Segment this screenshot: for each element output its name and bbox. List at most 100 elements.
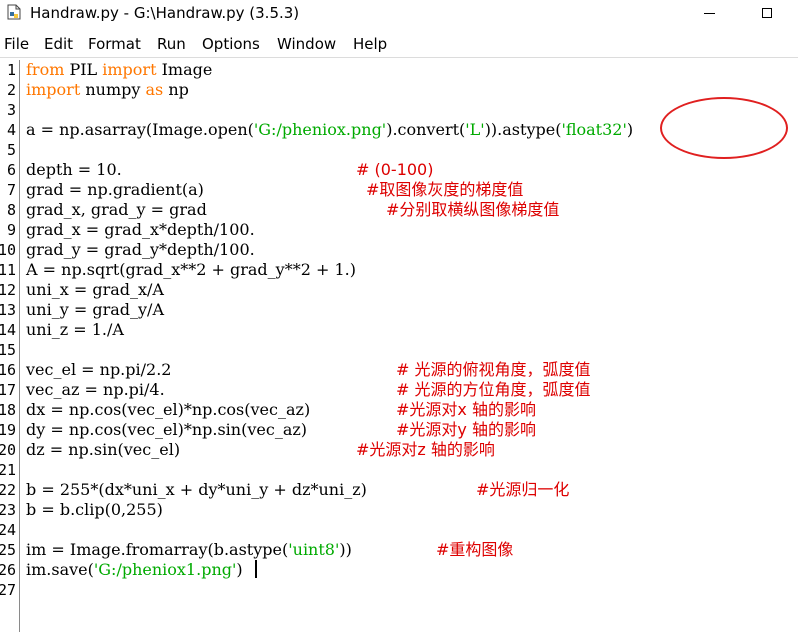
red-annotation-oval xyxy=(660,97,788,159)
code-line[interactable]: vec_az = np.pi/4. xyxy=(26,380,165,400)
code-line[interactable]: dx = np.cos(vec_el)*np.cos(vec_az) xyxy=(26,400,310,420)
code-line[interactable]: grad = np.gradient(a) xyxy=(26,180,204,200)
window-title: Handraw.py - G:\Handraw.py (3.5.3) xyxy=(30,4,300,22)
code-token: grad_x = grad_x*depth/100. xyxy=(26,220,255,239)
code-comment: #取图像灰度的梯度值 xyxy=(366,180,524,199)
code-line[interactable]: from PIL import Image xyxy=(26,60,212,80)
minimize-button[interactable] xyxy=(686,0,732,26)
code-comment: #重构图像 xyxy=(436,540,514,559)
code-line[interactable]: im.save('G:/pheniox1.png') xyxy=(26,560,243,580)
python-file-icon xyxy=(7,4,21,20)
code-token: b = b.clip(0,255) xyxy=(26,500,163,519)
code-token: uni_z = 1./A xyxy=(26,320,124,339)
code-token: im = Image.fromarray(b.astype( xyxy=(26,540,289,559)
code-comment: #光源对y 轴的影响 xyxy=(396,420,536,439)
maximize-button[interactable] xyxy=(744,0,790,26)
line-number: 20 xyxy=(0,441,16,459)
code-comment: #光源对x 轴的影响 xyxy=(396,400,536,419)
code-line[interactable]: grad_x, grad_y = grad xyxy=(26,200,207,220)
code-token: vec_az = np.pi/4. xyxy=(26,380,165,399)
menu-window[interactable]: Window xyxy=(277,35,336,53)
keyword-token: as xyxy=(145,80,164,99)
line-number: 13 xyxy=(0,301,16,319)
code-token: vec_el = np.pi/2.2 xyxy=(26,360,172,379)
code-line[interactable]: a = np.asarray(Image.open('G:/pheniox.pn… xyxy=(26,120,633,140)
code-line[interactable]: uni_x = grad_x/A xyxy=(26,280,164,300)
menu-divider xyxy=(0,57,798,58)
line-number: 15 xyxy=(0,341,16,359)
code-token: dy = np.cos(vec_el)*np.sin(vec_az) xyxy=(26,420,308,439)
line-number: 17 xyxy=(0,381,16,399)
line-number: 8 xyxy=(6,201,16,219)
line-number: 19 xyxy=(0,421,16,439)
code-token: grad = np.gradient(a) xyxy=(26,180,204,199)
code-token: np xyxy=(163,80,189,99)
code-line[interactable]: grad_x = grad_x*depth/100. xyxy=(26,220,255,240)
code-line[interactable]: b = 255*(dx*uni_x + dy*uni_y + dz*uni_z) xyxy=(26,480,367,500)
menu-file[interactable]: File xyxy=(4,35,29,53)
code-comment: # 光源的方位角度，弧度值 xyxy=(396,380,591,399)
code-comment: #光源对z 轴的影响 xyxy=(356,440,495,459)
code-token: ).convert( xyxy=(386,120,466,139)
code-line[interactable]: vec_el = np.pi/2.2 xyxy=(26,360,171,380)
menu-format[interactable]: Format xyxy=(88,35,141,53)
code-line[interactable]: import numpy as np xyxy=(26,80,189,100)
code-token: PIL xyxy=(64,60,103,79)
line-number: 1 xyxy=(6,61,16,79)
line-number: 9 xyxy=(6,221,16,239)
code-line[interactable]: grad_y = grad_y*depth/100. xyxy=(26,240,255,260)
code-line[interactable]: A = np.sqrt(grad_x**2 + grad_y**2 + 1.) xyxy=(26,260,356,280)
line-number-gutter: 1 2 3 4 5 6 7 8 9 10 11 12 13 14 15 16 17 18 19 20 21 22 23 24 2… xyxy=(0,60,20,632)
string-token: 'G:/pheniox1.png' xyxy=(93,560,237,579)
code-comment: #分别取横纵图像梯度值 xyxy=(386,200,560,219)
code-token: Image xyxy=(156,60,213,79)
line-number: 7 xyxy=(6,181,16,199)
line-number: 2 xyxy=(6,81,16,99)
line-number: 3 xyxy=(6,101,16,119)
menu-options[interactable]: Options xyxy=(202,35,260,53)
code-token: b = 255*(dx*uni_x + dy*uni_y + dz*uni_z) xyxy=(26,480,367,499)
code-token: im.save( xyxy=(26,560,94,579)
maximize-icon xyxy=(762,8,772,18)
text-cursor xyxy=(255,560,257,578)
menu-help[interactable]: Help xyxy=(353,35,387,53)
line-number: 4 xyxy=(6,121,16,139)
line-number: 22 xyxy=(0,481,16,499)
code-token: grad_x, grad_y = grad xyxy=(26,200,207,219)
keyword-token: import xyxy=(26,80,81,99)
line-number: 5 xyxy=(6,141,16,159)
keyword-token: from xyxy=(26,60,65,79)
line-number: 6 xyxy=(6,161,16,179)
code-comment: # 光源的俯视角度，弧度值 xyxy=(396,360,591,379)
line-number: 10 xyxy=(0,241,16,259)
code-token: uni_y = grad_y/A xyxy=(26,300,164,319)
line-number: 23 xyxy=(0,501,16,519)
code-line[interactable]: dz = np.sin(vec_el) xyxy=(26,440,180,460)
code-token: dx = np.cos(vec_el)*np.cos(vec_az) xyxy=(26,400,311,419)
line-number: 25 xyxy=(0,541,16,559)
code-line[interactable]: im = Image.fromarray(b.astype('uint8')) xyxy=(26,540,352,560)
menu-bar: File Edit Format Run Options Window Help xyxy=(0,31,798,55)
code-line[interactable]: uni_y = grad_y/A xyxy=(26,300,164,320)
code-line[interactable]: depth = 10. xyxy=(26,160,122,180)
line-number: 18 xyxy=(0,401,16,419)
string-token: 'G:/pheniox.png' xyxy=(253,120,387,139)
string-token: 'float32' xyxy=(561,120,627,139)
code-token: a = np.asarray(Image.open( xyxy=(26,120,254,139)
code-token: )).astype( xyxy=(484,120,562,139)
line-number: 11 xyxy=(0,261,16,279)
code-line[interactable]: dy = np.cos(vec_el)*np.sin(vec_az) xyxy=(26,420,307,440)
title-bar: Handraw.py - G:\Handraw.py (3.5.3) xyxy=(0,0,798,26)
menu-edit[interactable]: Edit xyxy=(44,35,73,53)
code-token: dz = np.sin(vec_el) xyxy=(26,440,181,459)
menu-run[interactable]: Run xyxy=(157,35,186,53)
code-token: numpy xyxy=(80,80,146,99)
minimize-icon xyxy=(703,12,715,14)
code-token: )) xyxy=(339,540,352,559)
code-line[interactable]: b = b.clip(0,255) xyxy=(26,500,163,520)
code-line[interactable]: uni_z = 1./A xyxy=(26,320,124,340)
line-number: 24 xyxy=(0,521,16,539)
code-token: uni_x = grad_x/A xyxy=(26,280,164,299)
code-token: grad_y = grad_y*depth/100. xyxy=(26,240,255,259)
code-token: ) xyxy=(626,120,634,139)
